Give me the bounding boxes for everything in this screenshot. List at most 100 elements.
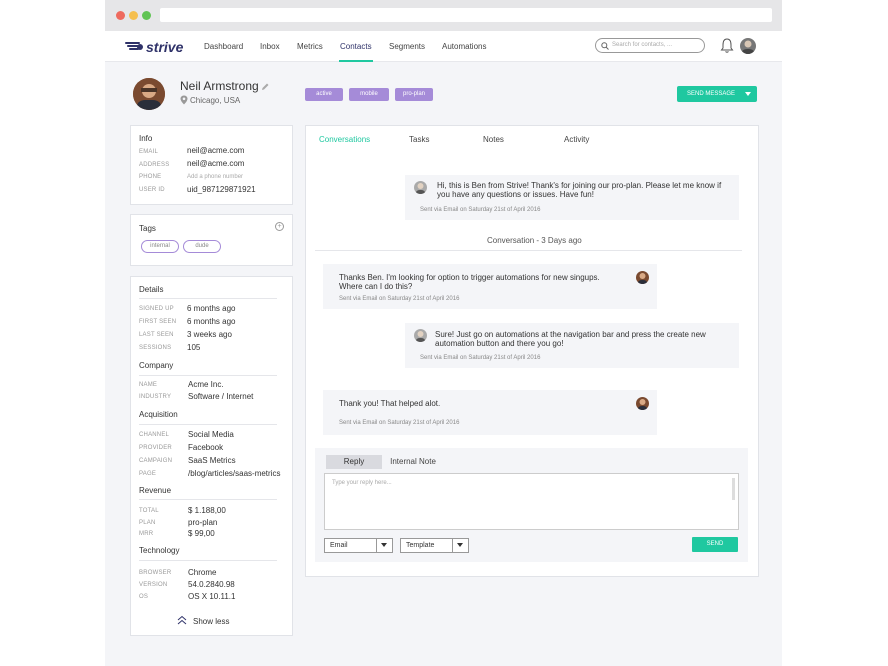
company-title: Company <box>139 361 174 370</box>
browser-chrome <box>105 0 782 31</box>
tab-notes[interactable]: Notes <box>483 135 504 144</box>
send-message-button[interactable]: SEND MESSAGE <box>677 86 757 102</box>
double-chevron-up-icon <box>177 615 187 625</box>
reply-placeholder: Type your reply here... <box>332 480 392 486</box>
company-value: Software / Internet <box>188 392 254 401</box>
minimize-dot[interactable] <box>129 11 138 20</box>
message-meta: Sent via Email on Saturday 21st of April… <box>339 420 460 426</box>
channel-select[interactable]: Email <box>324 538 393 553</box>
detail-key: SESSIONS <box>139 345 172 351</box>
detail-key: SIGNED UP <box>139 306 174 312</box>
logo-icon <box>125 42 143 50</box>
reply-textarea[interactable]: Type your reply here... <box>324 473 739 530</box>
nav-inbox[interactable]: Inbox <box>260 42 280 51</box>
tab-internal-note[interactable]: Internal Note <box>385 455 441 469</box>
acquisition-key: CHANNEL <box>139 432 170 438</box>
message-text: Thank you! That helped alot. <box>339 399 441 408</box>
divider <box>139 298 277 299</box>
conversation-divider <box>315 250 742 251</box>
logo[interactable]: strive <box>125 39 183 55</box>
acquisition-key: CAMPAIGN <box>139 458 173 464</box>
add-tag-icon[interactable]: + <box>275 222 284 231</box>
info-key: ADDRESS <box>139 162 170 168</box>
maximize-dot[interactable] <box>142 11 151 20</box>
divider <box>139 375 277 376</box>
technology-value: 54.0.2840.98 <box>188 580 235 589</box>
search-input[interactable]: Search for contacts, ... <box>595 38 705 53</box>
message-text: Sure! Just go on automations at the navi… <box>435 330 706 339</box>
template-select-value: Template <box>406 542 435 549</box>
message-text: automation button and there you go! <box>435 339 564 348</box>
chevron-down-icon <box>452 539 468 552</box>
chevron-down-icon[interactable] <box>745 92 751 96</box>
channel-select-value: Email <box>330 542 348 549</box>
contact-mini-avatar <box>636 397 649 410</box>
contact-avatar <box>133 78 165 110</box>
search-icon <box>601 42 609 50</box>
nav-dashboard[interactable]: Dashboard <box>204 42 243 51</box>
revenue-key: PLAN <box>139 520 156 526</box>
nav-segments[interactable]: Segments <box>389 42 425 51</box>
tag-active[interactable]: active <box>305 88 343 101</box>
message-meta: Sent via Email on Saturday 21st of April… <box>420 355 541 361</box>
browser-window: strive Dashboard Inbox Metrics Contacts … <box>105 0 782 666</box>
tag-chip[interactable]: dude <box>183 240 221 253</box>
detail-key: LAST SEEN <box>139 332 174 338</box>
info-value: neil@acme.com <box>187 146 245 155</box>
tab-conversations[interactable]: Conversations <box>319 135 370 144</box>
show-less-label: Show less <box>193 617 230 626</box>
detail-value: 6 months ago <box>187 317 236 326</box>
address-bar[interactable] <box>160 8 772 22</box>
acquisition-value: SaaS Metrics <box>188 456 236 465</box>
detail-value: 3 weeks ago <box>187 330 232 339</box>
message-text: Where can I do this? <box>339 282 413 291</box>
acquisition-value[interactable]: /blog/articles/saas-metrics <box>188 469 280 478</box>
show-less-button[interactable]: Show less <box>177 615 237 627</box>
technology-key: BROWSER <box>139 570 172 576</box>
revenue-value: $ 1.188,00 <box>188 506 226 515</box>
send-button[interactable]: SEND <box>692 537 738 552</box>
nav-automations[interactable]: Automations <box>442 42 486 51</box>
info-key: PHONE <box>139 174 162 180</box>
tab-reply[interactable]: Reply <box>326 455 382 469</box>
divider <box>139 560 277 561</box>
nav-metrics[interactable]: Metrics <box>297 42 323 51</box>
contact-name: Neil Armstrong <box>180 79 259 93</box>
revenue-key: MRR <box>139 531 154 537</box>
add-phone-field[interactable]: Add a phone number <box>187 174 243 180</box>
detail-value: 105 <box>187 343 201 352</box>
message-text: Hi, this is Ben from Strive! Thank's for… <box>437 181 722 190</box>
contact-location: Chicago, USA <box>190 96 241 105</box>
edit-icon[interactable] <box>261 82 270 91</box>
tab-activity[interactable]: Activity <box>564 135 589 144</box>
tag-pro-plan[interactable]: pro-plan <box>395 88 433 101</box>
details-title: Details <box>139 285 164 294</box>
technology-value: OS X 10.11.1 <box>188 592 236 601</box>
tab-tasks[interactable]: Tasks <box>409 135 429 144</box>
company-key: NAME <box>139 382 158 388</box>
acquisition-key: PAGE <box>139 471 157 477</box>
acquisition-value: Facebook <box>188 443 224 452</box>
send-message-label: SEND MESSAGE <box>687 91 736 97</box>
bell-icon[interactable] <box>720 38 734 54</box>
info-value: neil@acme.com <box>187 159 245 168</box>
scrollbar[interactable] <box>732 478 735 500</box>
tag-chip[interactable]: internal <box>141 240 179 253</box>
chevron-down-icon <box>376 539 392 552</box>
user-avatar[interactable] <box>740 38 756 54</box>
info-value: uid_987129871921 <box>187 185 256 194</box>
search-placeholder: Search for contacts, ... <box>612 42 673 48</box>
nav-active-indicator <box>339 60 373 62</box>
template-select[interactable]: Template <box>400 538 469 553</box>
contact-mini-avatar <box>636 271 649 284</box>
message-meta: Sent via Email on Saturday 21st of April… <box>420 207 541 213</box>
tags-title: Tags <box>139 224 156 233</box>
detail-value: 6 months ago <box>187 304 236 313</box>
info-key: EMAIL <box>139 149 159 155</box>
nav-contacts[interactable]: Contacts <box>340 42 372 51</box>
tag-mobile[interactable]: mobile <box>349 88 389 101</box>
message-text: Thanks Ben. I'm looking for option to tr… <box>339 273 600 282</box>
location-pin-icon <box>180 95 188 105</box>
revenue-title: Revenue <box>139 486 172 495</box>
close-dot[interactable] <box>116 11 125 20</box>
